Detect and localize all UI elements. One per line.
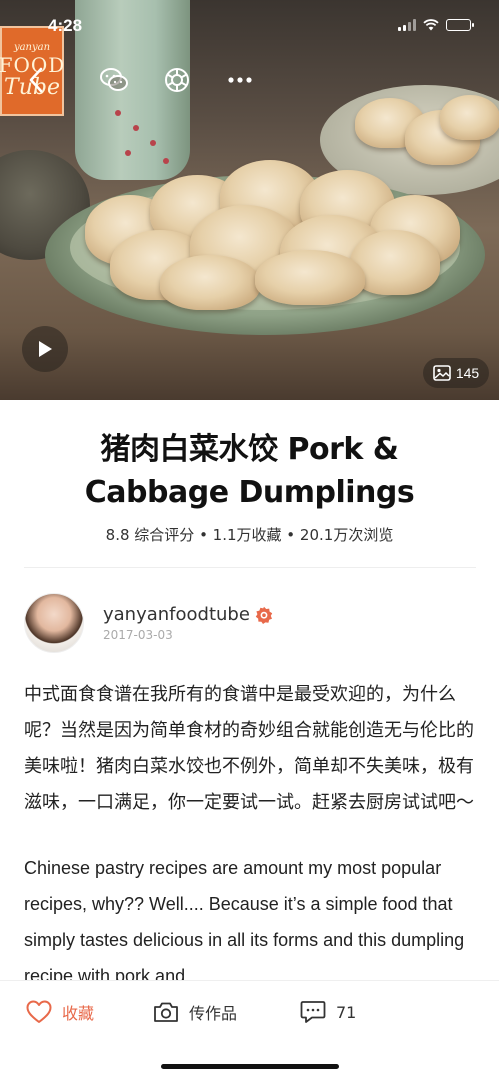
photo-count-button[interactable]: 145 [423, 358, 489, 388]
upload-work-label: 传作品 [189, 1004, 238, 1023]
moments-icon [165, 68, 189, 92]
share-wechat-button[interactable] [96, 62, 132, 98]
more-icon [228, 77, 252, 83]
comments-button[interactable]: 71 [300, 997, 356, 1027]
favorite-button[interactable]: 收藏 [26, 997, 94, 1027]
more-options-button[interactable] [222, 62, 258, 98]
logo-text: yanyan [13, 42, 51, 53]
heart-icon [26, 1000, 52, 1023]
dumpling [255, 250, 365, 305]
author-name: yanyanfoodtube [103, 604, 250, 625]
status-bar: 4:28 [0, 0, 499, 44]
recipe-cover-image[interactable]: yanyan FOOD Tube 4:28 145 [0, 0, 499, 400]
bottle-decoration [115, 110, 121, 116]
description-chinese: 中式面食食谱在我所有的食谱中是最受欢迎的，为什么呢？当然是因为简单食材的奇妙组合… [24, 684, 474, 813]
back-button[interactable] [18, 62, 54, 98]
camera-icon [154, 1002, 178, 1022]
play-video-button[interactable] [22, 326, 68, 372]
bottle-decoration [150, 140, 156, 146]
play-icon [39, 341, 52, 357]
dumpling [160, 255, 260, 310]
wechat-icon [100, 68, 128, 91]
recipe-title: 猪肉白菜水饺 Pork & Cabbage Dumplings [84, 432, 415, 510]
publish-date: 2017-03-03 [103, 628, 173, 642]
author-name-row[interactable]: yanyanfoodtube [103, 604, 273, 625]
divider [24, 567, 476, 568]
bottle-decoration [133, 125, 139, 131]
comment-count: 71 [336, 1002, 357, 1022]
photo-count-value: 145 [455, 365, 480, 381]
share-moments-button[interactable] [159, 62, 195, 98]
author-avatar[interactable] [24, 593, 84, 653]
status-time: 4:28 [48, 16, 83, 35]
battery-icon [446, 19, 474, 31]
upload-work-button[interactable]: 传作品 [153, 997, 237, 1027]
bottle-decoration [163, 158, 169, 164]
favorite-label: 收藏 [62, 1004, 95, 1023]
recipe-stats: 8.8 综合评分 • 1.1万收藏 • 20.1万次浏览 [105, 526, 394, 544]
chevron-left-icon [29, 67, 43, 93]
bottle-decoration [125, 150, 131, 156]
signal-icon [398, 19, 416, 31]
verified-badge-icon [255, 606, 273, 624]
wifi-icon [423, 19, 439, 31]
description-english: Chinese pastry recipes are amount my mos… [24, 858, 465, 980]
home-indicator[interactable] [161, 1064, 339, 1069]
status-icons [398, 19, 474, 31]
dumpling [440, 95, 499, 140]
comment-icon [300, 1001, 326, 1023]
photo-icon [433, 365, 451, 381]
